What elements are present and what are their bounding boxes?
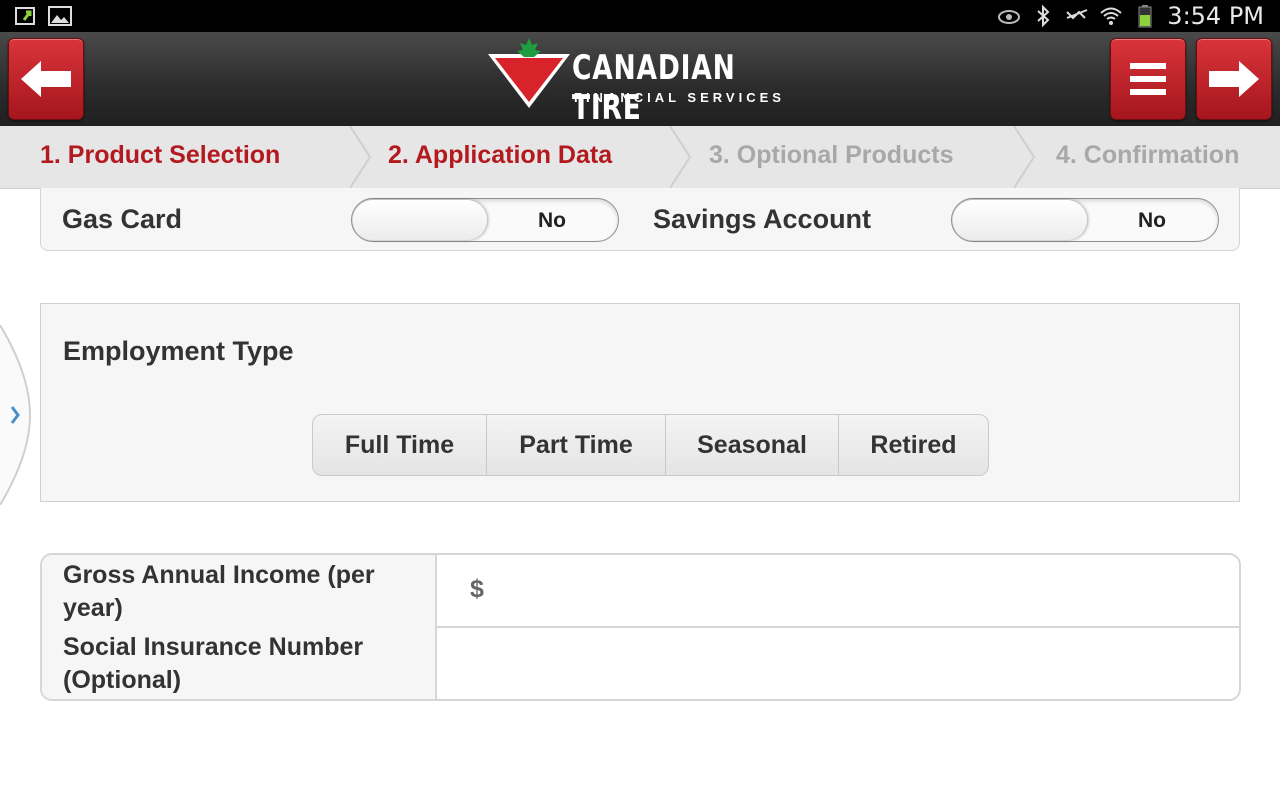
step-optional-products[interactable]: 3. Optional Products — [709, 126, 953, 188]
gas-card-toggle[interactable]: No — [351, 198, 619, 242]
toggle-knob[interactable] — [353, 200, 487, 240]
arrow-left-icon — [21, 61, 71, 97]
toggle-knob[interactable] — [953, 200, 1087, 240]
step-separator-icon — [669, 126, 692, 188]
card-toggles: Gas Card No Savings Account No — [40, 188, 1240, 251]
app-header: CANADIAN TIRE FINANCIAL SERVICES — [0, 32, 1280, 128]
hamburger-icon — [1130, 63, 1166, 95]
savings-account-toggle-value: No — [1138, 209, 1166, 232]
savings-account-label: Savings Account — [653, 204, 872, 234]
logo-title: CANADIAN TIRE — [572, 48, 736, 128]
card-employment-type: Employment Type Full Time Part Time Seas… — [40, 303, 1240, 502]
income-form: Gross Annual Income (per year) $ Social … — [40, 553, 1241, 701]
step-product-selection[interactable]: 1. Product Selection — [40, 126, 280, 188]
step-separator-icon — [349, 126, 372, 188]
employment-option-full-time[interactable]: Full Time — [313, 415, 486, 475]
arrow-right-icon — [1209, 61, 1259, 97]
back-button[interactable] — [8, 38, 84, 120]
clock: 3:54 PM — [1167, 2, 1264, 30]
eye-icon — [998, 10, 1021, 24]
gross-income-input[interactable] — [438, 555, 1238, 626]
gas-card-toggle-value: No — [538, 209, 566, 232]
step-confirmation[interactable]: 4. Confirmation — [1056, 126, 1239, 188]
employment-option-seasonal[interactable]: Seasonal — [665, 415, 838, 475]
gas-card-label: Gas Card — [62, 204, 183, 234]
gallery-icon — [48, 6, 72, 26]
employment-type-segmented: Full Time Part Time Seasonal Retired — [312, 414, 989, 476]
next-button[interactable] — [1196, 38, 1272, 120]
sin-label: Social Insurance Number (Optional) — [42, 627, 437, 699]
menu-button[interactable] — [1110, 38, 1186, 120]
step-breadcrumb: 1. Product Selection 2. Application Data… — [0, 126, 1280, 189]
wifi-icon — [1100, 7, 1122, 25]
gross-income-label: Gross Annual Income (per year) — [42, 555, 437, 630]
employment-type-title: Employment Type — [63, 336, 294, 366]
step-application-data[interactable]: 2. Application Data — [388, 126, 612, 188]
employment-option-part-time[interactable]: Part Time — [486, 415, 665, 475]
logo-subtitle: FINANCIAL SERVICES — [574, 90, 785, 105]
logo: CANADIAN TIRE FINANCIAL SERVICES — [486, 34, 806, 128]
savings-account-toggle[interactable]: No — [951, 198, 1219, 242]
canadian-tire-triangle-icon — [488, 38, 570, 108]
status-bar: 3:54 PM — [0, 0, 1280, 32]
battery-icon — [1138, 5, 1152, 28]
employment-option-retired[interactable]: Retired — [838, 415, 988, 475]
form-row-income: Gross Annual Income (per year) $ — [42, 555, 1239, 630]
sin-input[interactable] — [438, 627, 1238, 698]
drawer-handle[interactable] — [0, 325, 36, 505]
form-row-sin: Social Insurance Number (Optional) — [42, 627, 1239, 699]
step-separator-icon — [1013, 126, 1036, 188]
nfc-muted-icon — [1066, 9, 1088, 20]
bluetooth-icon — [1037, 4, 1050, 28]
sync-icon — [15, 7, 35, 25]
